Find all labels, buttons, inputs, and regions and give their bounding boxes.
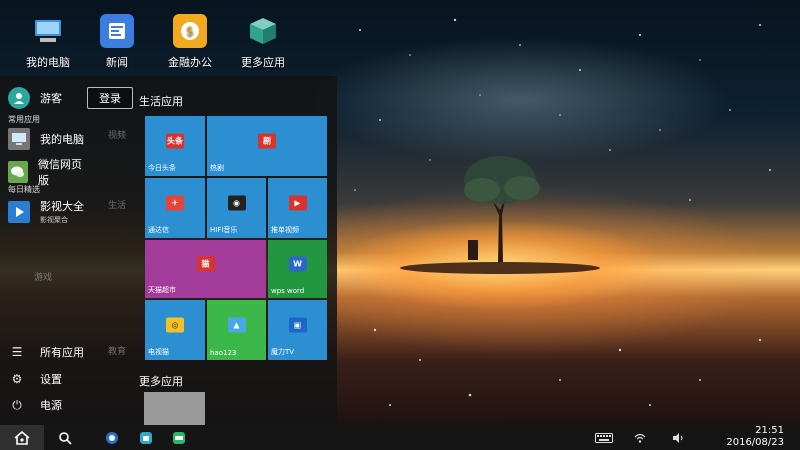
menu-item-all-apps[interactable]: ☰ 所有应用	[10, 344, 84, 360]
desktop-icon-news[interactable]: 新闻	[82, 14, 152, 70]
volume-icon	[673, 432, 683, 443]
clock[interactable]: 21:51 2016/08/23	[726, 425, 784, 449]
taskbar-app-browser[interactable]	[103, 429, 121, 446]
clock-time: 21:51	[755, 425, 784, 436]
news-icon	[100, 14, 134, 48]
menu-item-label: 影视大全	[40, 200, 84, 213]
tile-tongdaxin[interactable]: ✈ 通达信	[145, 178, 205, 238]
menu-item-label: 微信网页版	[38, 158, 82, 187]
taskbar-app-store[interactable]	[137, 429, 155, 446]
moli-tv-icon: ▣	[288, 317, 307, 333]
user-profile[interactable]: 游客	[8, 87, 62, 109]
wifi-icon	[634, 433, 646, 443]
menu-item-settings[interactable]: ⚙ 设置	[10, 371, 62, 387]
category-life[interactable]: 生活	[108, 198, 126, 211]
menu-item-label: 我的电脑	[40, 133, 84, 146]
section-label-common: 常用应用	[8, 115, 40, 124]
hao123-icon: ▲	[227, 317, 246, 333]
browser-app-icon	[106, 431, 118, 444]
tile-label: wps word	[271, 287, 305, 295]
tile-label: hao123	[210, 349, 237, 357]
avatar	[8, 87, 30, 109]
tile-wps-word[interactable]: W wps word	[268, 240, 327, 298]
keyboard-button[interactable]	[594, 429, 614, 446]
tile-label: HIFI音乐	[210, 226, 238, 234]
video-icon	[8, 200, 30, 223]
menu-item-video-collection[interactable]: 影视大全 影视聚合	[8, 198, 84, 225]
tv-cat-icon: ◎	[166, 317, 184, 333]
start-menu: 游客 常用应用 我的电脑 微信网页版 每日精选 影视大全 影视聚合 ☰ 所有应用…	[0, 76, 337, 425]
clock-date: 2016/08/23	[726, 437, 784, 448]
tile-label: 今日头条	[148, 164, 176, 172]
desktop-icon-label: 更多应用	[241, 56, 285, 69]
gear-icon: ⚙	[11, 372, 23, 386]
wifi-button[interactable]	[632, 429, 648, 446]
category-column: 视频 生活 游戏 教育	[34, 76, 133, 425]
search-button[interactable]	[56, 429, 74, 446]
menu-item-label: 设置	[40, 373, 62, 386]
start-button[interactable]	[0, 425, 44, 450]
menu-item-sublabel: 影视聚合	[40, 216, 68, 224]
tile-hao123[interactable]: ▲ hao123	[207, 300, 266, 360]
tile-tuidan-video[interactable]: ▶ 推单视频	[268, 178, 327, 238]
tongdaxin-icon: ✈	[166, 195, 184, 211]
hifi-music-icon: ◉	[227, 195, 246, 211]
more-apps-tile[interactable]	[144, 392, 205, 425]
user-name: 游客	[40, 92, 62, 105]
tiles-section-title: 生活应用	[139, 95, 183, 108]
category-education[interactable]: 教育	[108, 344, 126, 357]
menu-item-label: 所有应用	[40, 346, 84, 359]
tile-hifi-music[interactable]: ◉ HIFI音乐	[207, 178, 266, 238]
menu-item-power[interactable]: ⏻ 电源	[10, 397, 62, 413]
taskbar-app-chat[interactable]	[170, 429, 188, 446]
tile-moli-tv[interactable]: ▣ 魔力TV	[268, 300, 327, 360]
svg-text:$: $	[186, 24, 194, 38]
desktop-icon-my-computer[interactable]: 我的电脑	[13, 14, 83, 70]
tile-label: 推单视频	[271, 226, 299, 234]
home-icon	[14, 430, 30, 445]
tile-label: 通达信	[148, 226, 169, 234]
category-video[interactable]: 视频	[108, 128, 126, 141]
menu-item-label: 电源	[40, 399, 62, 412]
desktop-icon-label: 金融办公	[168, 56, 212, 69]
coin-icon: $	[173, 14, 207, 48]
tile-label: 热剧	[210, 164, 224, 172]
menu-item-my-computer[interactable]: 我的电脑	[8, 128, 84, 150]
tile-label: 电视猫	[148, 348, 169, 356]
hot-drama-icon: 剧	[258, 133, 276, 149]
search-icon	[59, 431, 72, 445]
tmall-icon: 猫	[196, 256, 215, 272]
desktop-icon-more-apps[interactable]: 更多应用	[228, 14, 298, 70]
list-icon: ☰	[11, 345, 23, 359]
toutiao-icon: 头条	[166, 133, 184, 149]
keyboard-icon	[595, 432, 613, 443]
desktop-icon-finance-office[interactable]: $ 金融办公	[155, 14, 225, 70]
tile-tmall[interactable]: 猫 天猫超市	[145, 240, 266, 298]
store-app-icon	[140, 431, 152, 444]
box-icon	[246, 14, 280, 48]
tile-toutiao[interactable]: 头条 今日头条	[145, 116, 205, 176]
desktop-icon-label: 新闻	[106, 56, 128, 69]
start-menu-left-column: 游客 常用应用 我的电脑 微信网页版 每日精选 影视大全 影视聚合 ☰ 所有应用…	[0, 76, 88, 425]
tile-hot-drama[interactable]: 剧 热剧	[207, 116, 327, 176]
tile-tv-cat[interactable]: ◎ 电视猫	[145, 300, 205, 360]
chat-app-icon	[173, 431, 185, 444]
computer-icon	[8, 128, 30, 150]
taskbar: 21:51 2016/08/23	[0, 425, 800, 450]
wps-word-icon: W	[288, 256, 307, 272]
section-label-daily: 每日精选	[8, 185, 40, 194]
category-games[interactable]: 游戏	[34, 270, 52, 283]
desktop-icon-label: 我的电脑	[26, 56, 70, 69]
tile-label: 魔力TV	[271, 348, 295, 356]
more-apps-title: 更多应用	[139, 375, 183, 388]
power-icon: ⏻	[12, 397, 22, 412]
tile-label: 天猫超市	[148, 286, 176, 294]
wechat-icon	[8, 161, 28, 183]
tuidan-video-icon: ▶	[288, 195, 307, 211]
computer-icon	[31, 14, 65, 48]
volume-button[interactable]	[670, 429, 686, 446]
login-button[interactable]: 登录	[87, 87, 133, 109]
